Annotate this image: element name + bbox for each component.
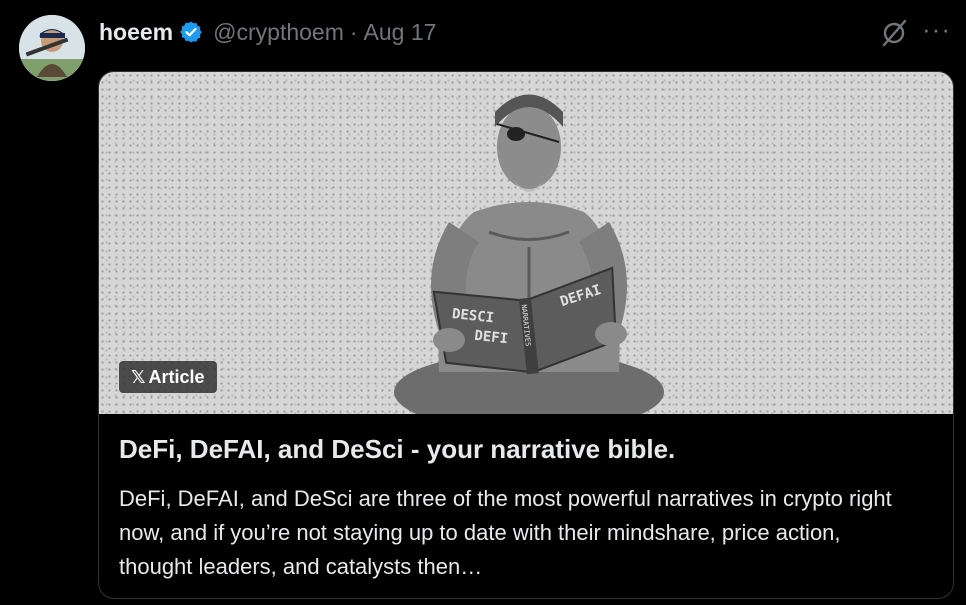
avatar[interactable] — [19, 15, 85, 81]
article-badge-label: Article — [148, 366, 205, 387]
post-header: hoeem @crypthoem · Aug 17 — [99, 16, 436, 48]
article-description: DeFi, DeFAI, and DeSci are three of the … — [119, 486, 892, 579]
grok-icon[interactable] — [879, 18, 909, 48]
meditating-pirate-illustration: DESCI DEFI DEFAI NARRATIVES — [394, 94, 664, 414]
more-options-icon[interactable]: ··· — [922, 16, 956, 44]
article-badge: 𝕏 Article — [119, 361, 217, 393]
separator-dot: · — [349, 18, 358, 45]
article-cover-image: DESCI DEFI DEFAI NARRATIVES 𝕏 Article — [99, 72, 953, 414]
x-logo-icon: 𝕏 — [131, 366, 146, 387]
display-name[interactable]: hoeem — [99, 19, 173, 46]
avatar-image — [19, 15, 85, 81]
article-title[interactable]: DeFi, DeFAI, and DeSci - your narrative … — [119, 434, 675, 465]
user-handle[interactable]: @crypthoem — [213, 19, 344, 46]
article-card[interactable]: DESCI DEFI DEFAI NARRATIVES 𝕏 Article De… — [98, 71, 954, 599]
verified-badge-icon[interactable] — [179, 20, 203, 44]
post-date[interactable]: Aug 17 — [364, 19, 437, 46]
